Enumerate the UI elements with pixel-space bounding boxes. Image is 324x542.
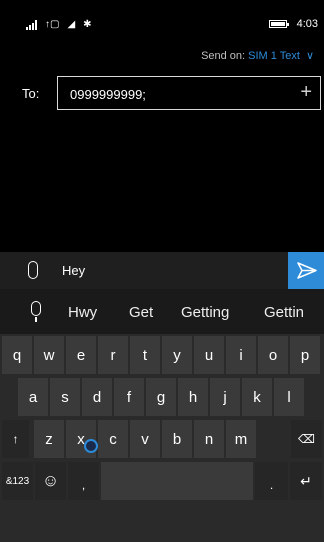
status-icons: ↑▢ ◢ ✱: [26, 19, 92, 30]
key-h[interactable]: h: [178, 378, 208, 416]
key-m[interactable]: m: [226, 420, 256, 458]
key-n[interactable]: n: [194, 420, 224, 458]
suggestion[interactable]: Getting: [181, 304, 229, 321]
comma-key[interactable]: ,: [68, 462, 99, 500]
key-k[interactable]: k: [242, 378, 272, 416]
space-key[interactable]: [101, 462, 253, 500]
suggestion-bar: Hwy Get Getting Gettin: [0, 289, 324, 334]
suggestion[interactable]: Get: [129, 304, 153, 321]
to-label: To:: [22, 86, 40, 101]
wifi-icon: ◢: [67, 19, 76, 30]
key-p[interactable]: p: [290, 336, 320, 374]
key-t[interactable]: t: [130, 336, 160, 374]
emoji-key[interactable]: ☺: [35, 462, 66, 500]
sim-selection[interactable]: SIM 1 Text: [248, 50, 300, 62]
microphone-icon[interactable]: [31, 301, 41, 322]
battery-icon: [268, 20, 289, 28]
attach-icon[interactable]: [28, 261, 38, 279]
shift-key[interactable]: ↑: [2, 420, 29, 458]
keyboard: Hwy Get Getting Gettin qwertyuiop asdfgh…: [0, 289, 324, 542]
bluetooth-icon: ✱: [83, 19, 92, 30]
status-bar: ↑▢ ◢ ✱ 4:03: [0, 0, 324, 40]
key-r[interactable]: r: [98, 336, 128, 374]
key-d[interactable]: d: [82, 378, 112, 416]
send-on-selector[interactable]: Send on: SIM 1 Text ∨: [201, 49, 314, 62]
key-o[interactable]: o: [258, 336, 288, 374]
enter-key[interactable]: ↵: [290, 462, 322, 500]
compose-bar: Hey: [0, 252, 324, 289]
clock: 4:03: [296, 18, 318, 30]
recipient-field[interactable]: 0999999999; +: [57, 76, 321, 110]
key-j[interactable]: j: [210, 378, 240, 416]
cursor-control-icon[interactable]: [84, 439, 98, 453]
recipient-value[interactable]: 0999999999;: [70, 87, 146, 102]
key-v[interactable]: v: [130, 420, 160, 458]
key-s[interactable]: s: [50, 378, 80, 416]
send-button[interactable]: [288, 252, 324, 289]
numbers-key[interactable]: &123: [2, 462, 33, 500]
key-l[interactable]: l: [274, 378, 304, 416]
key-u[interactable]: u: [194, 336, 224, 374]
signal-icon: [26, 19, 37, 30]
chevron-down-icon[interactable]: ∨: [306, 50, 314, 62]
key-f[interactable]: f: [114, 378, 144, 416]
send-on-label: Send on:: [201, 50, 246, 62]
period-key[interactable]: .: [255, 462, 288, 500]
key-z[interactable]: z: [34, 420, 64, 458]
send-icon: [297, 262, 317, 279]
key-i[interactable]: i: [226, 336, 256, 374]
key-q[interactable]: q: [2, 336, 32, 374]
key-a[interactable]: a: [18, 378, 48, 416]
add-recipient-icon[interactable]: +: [300, 81, 312, 104]
message-input[interactable]: Hey: [62, 263, 85, 278]
key-y[interactable]: y: [162, 336, 192, 374]
key-c[interactable]: c: [98, 420, 128, 458]
key-b[interactable]: b: [162, 420, 192, 458]
suggestion[interactable]: Hwy: [68, 304, 97, 321]
suggestion[interactable]: Gettin: [264, 304, 304, 321]
key-e[interactable]: e: [66, 336, 96, 374]
status-right: 4:03: [268, 18, 318, 30]
key-w[interactable]: w: [34, 336, 64, 374]
key-g[interactable]: g: [146, 378, 176, 416]
sim-icon: ↑▢: [45, 19, 60, 30]
backspace-key[interactable]: ⌫: [291, 420, 322, 458]
